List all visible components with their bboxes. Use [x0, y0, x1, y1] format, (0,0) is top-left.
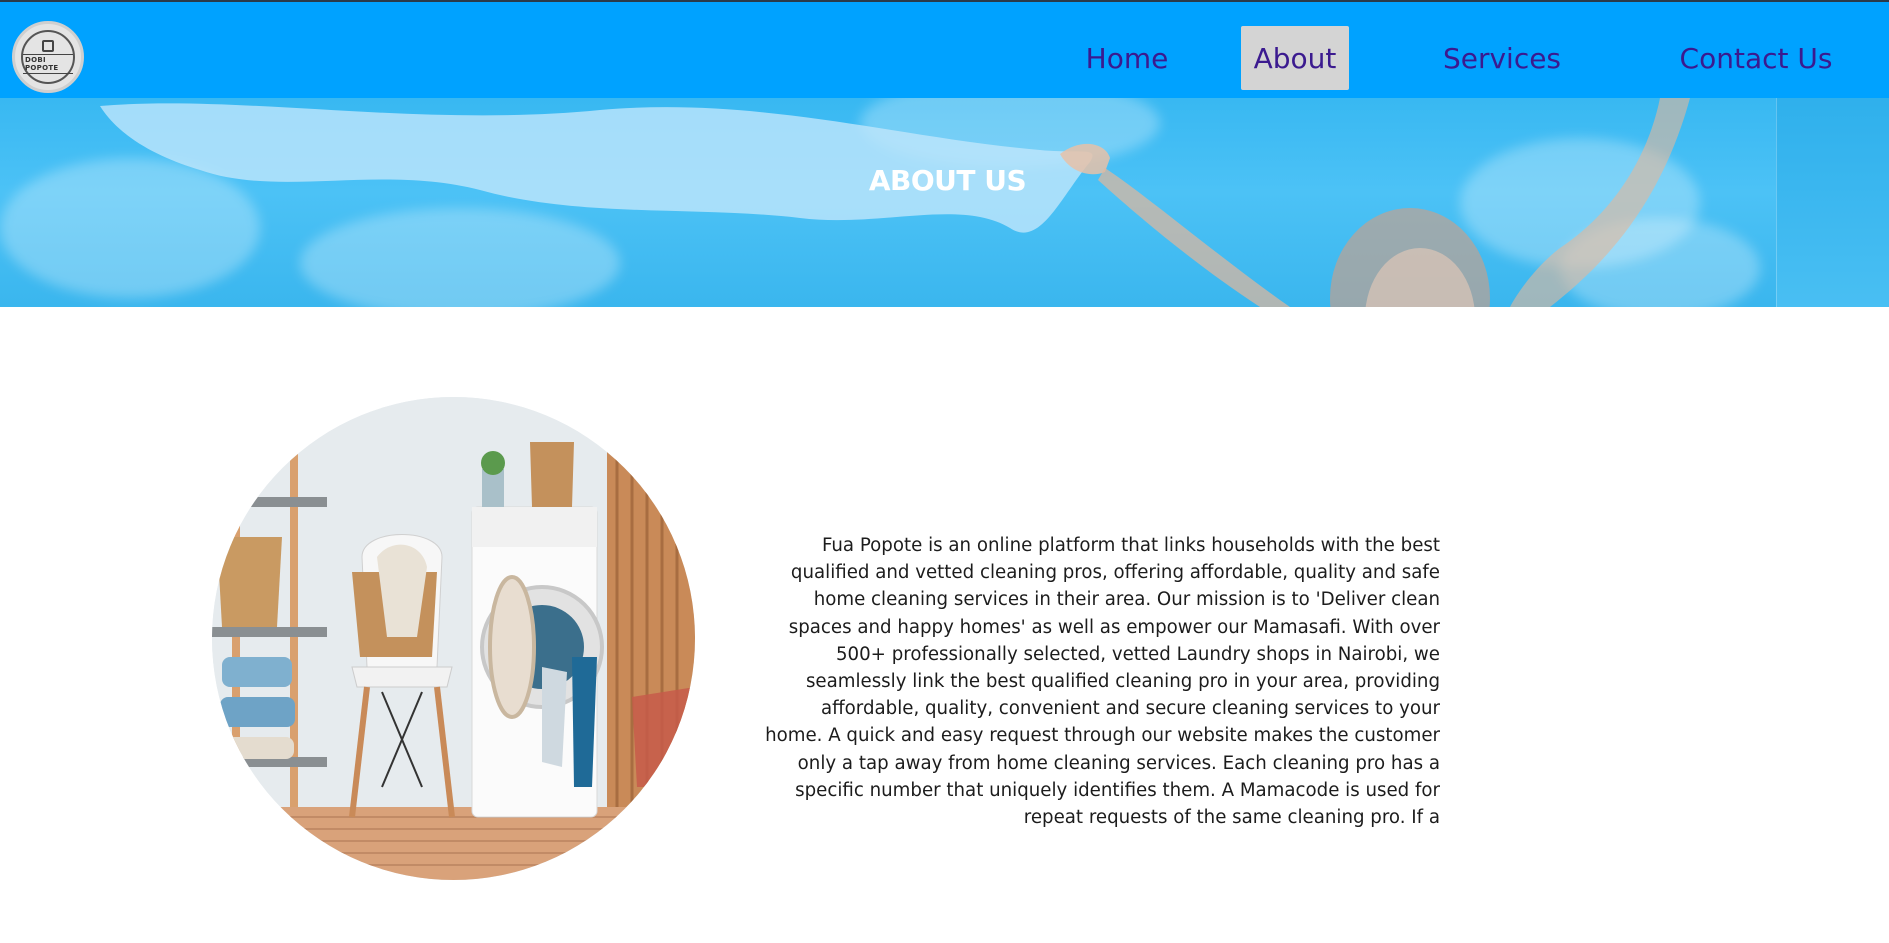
shelf-board — [212, 627, 327, 637]
shelf-board — [212, 497, 327, 507]
hero-illustration — [100, 98, 1690, 307]
plant — [481, 451, 505, 475]
brand-logo[interactable]: DOBI POPOTE — [12, 21, 84, 93]
hero-banner: ABOUT US — [0, 98, 1889, 307]
right-arm — [1510, 98, 1690, 307]
logo-seal: DOBI POPOTE — [21, 30, 75, 84]
open-door — [488, 575, 536, 719]
about-paragraph: Fua Popote is an online platform that li… — [765, 535, 1440, 829]
chair-seat — [351, 666, 453, 688]
navbar: DOBI POPOTE Home About Services Contact … — [0, 2, 1889, 98]
logo-mark-icon — [42, 40, 54, 52]
nav-about[interactable]: About — [1241, 26, 1349, 90]
machine-panel — [472, 507, 597, 547]
top-basket — [530, 442, 574, 507]
nav-contact-us[interactable]: Contact Us — [1656, 26, 1856, 90]
folded-towel — [222, 657, 292, 687]
folded-towel — [224, 737, 294, 759]
shelf-basket — [217, 537, 282, 627]
logo-text: DOBI POPOTE — [23, 54, 73, 74]
hero-side-strip — [1776, 98, 1889, 307]
nav-services[interactable]: Services — [1420, 26, 1584, 90]
folded-towel — [220, 697, 295, 727]
page-title: ABOUT US — [868, 164, 1027, 197]
laundry-photo — [212, 397, 695, 880]
laundry-room-illustration — [212, 397, 695, 880]
nav-home[interactable]: Home — [1052, 26, 1202, 90]
patterned-bag — [632, 687, 695, 787]
